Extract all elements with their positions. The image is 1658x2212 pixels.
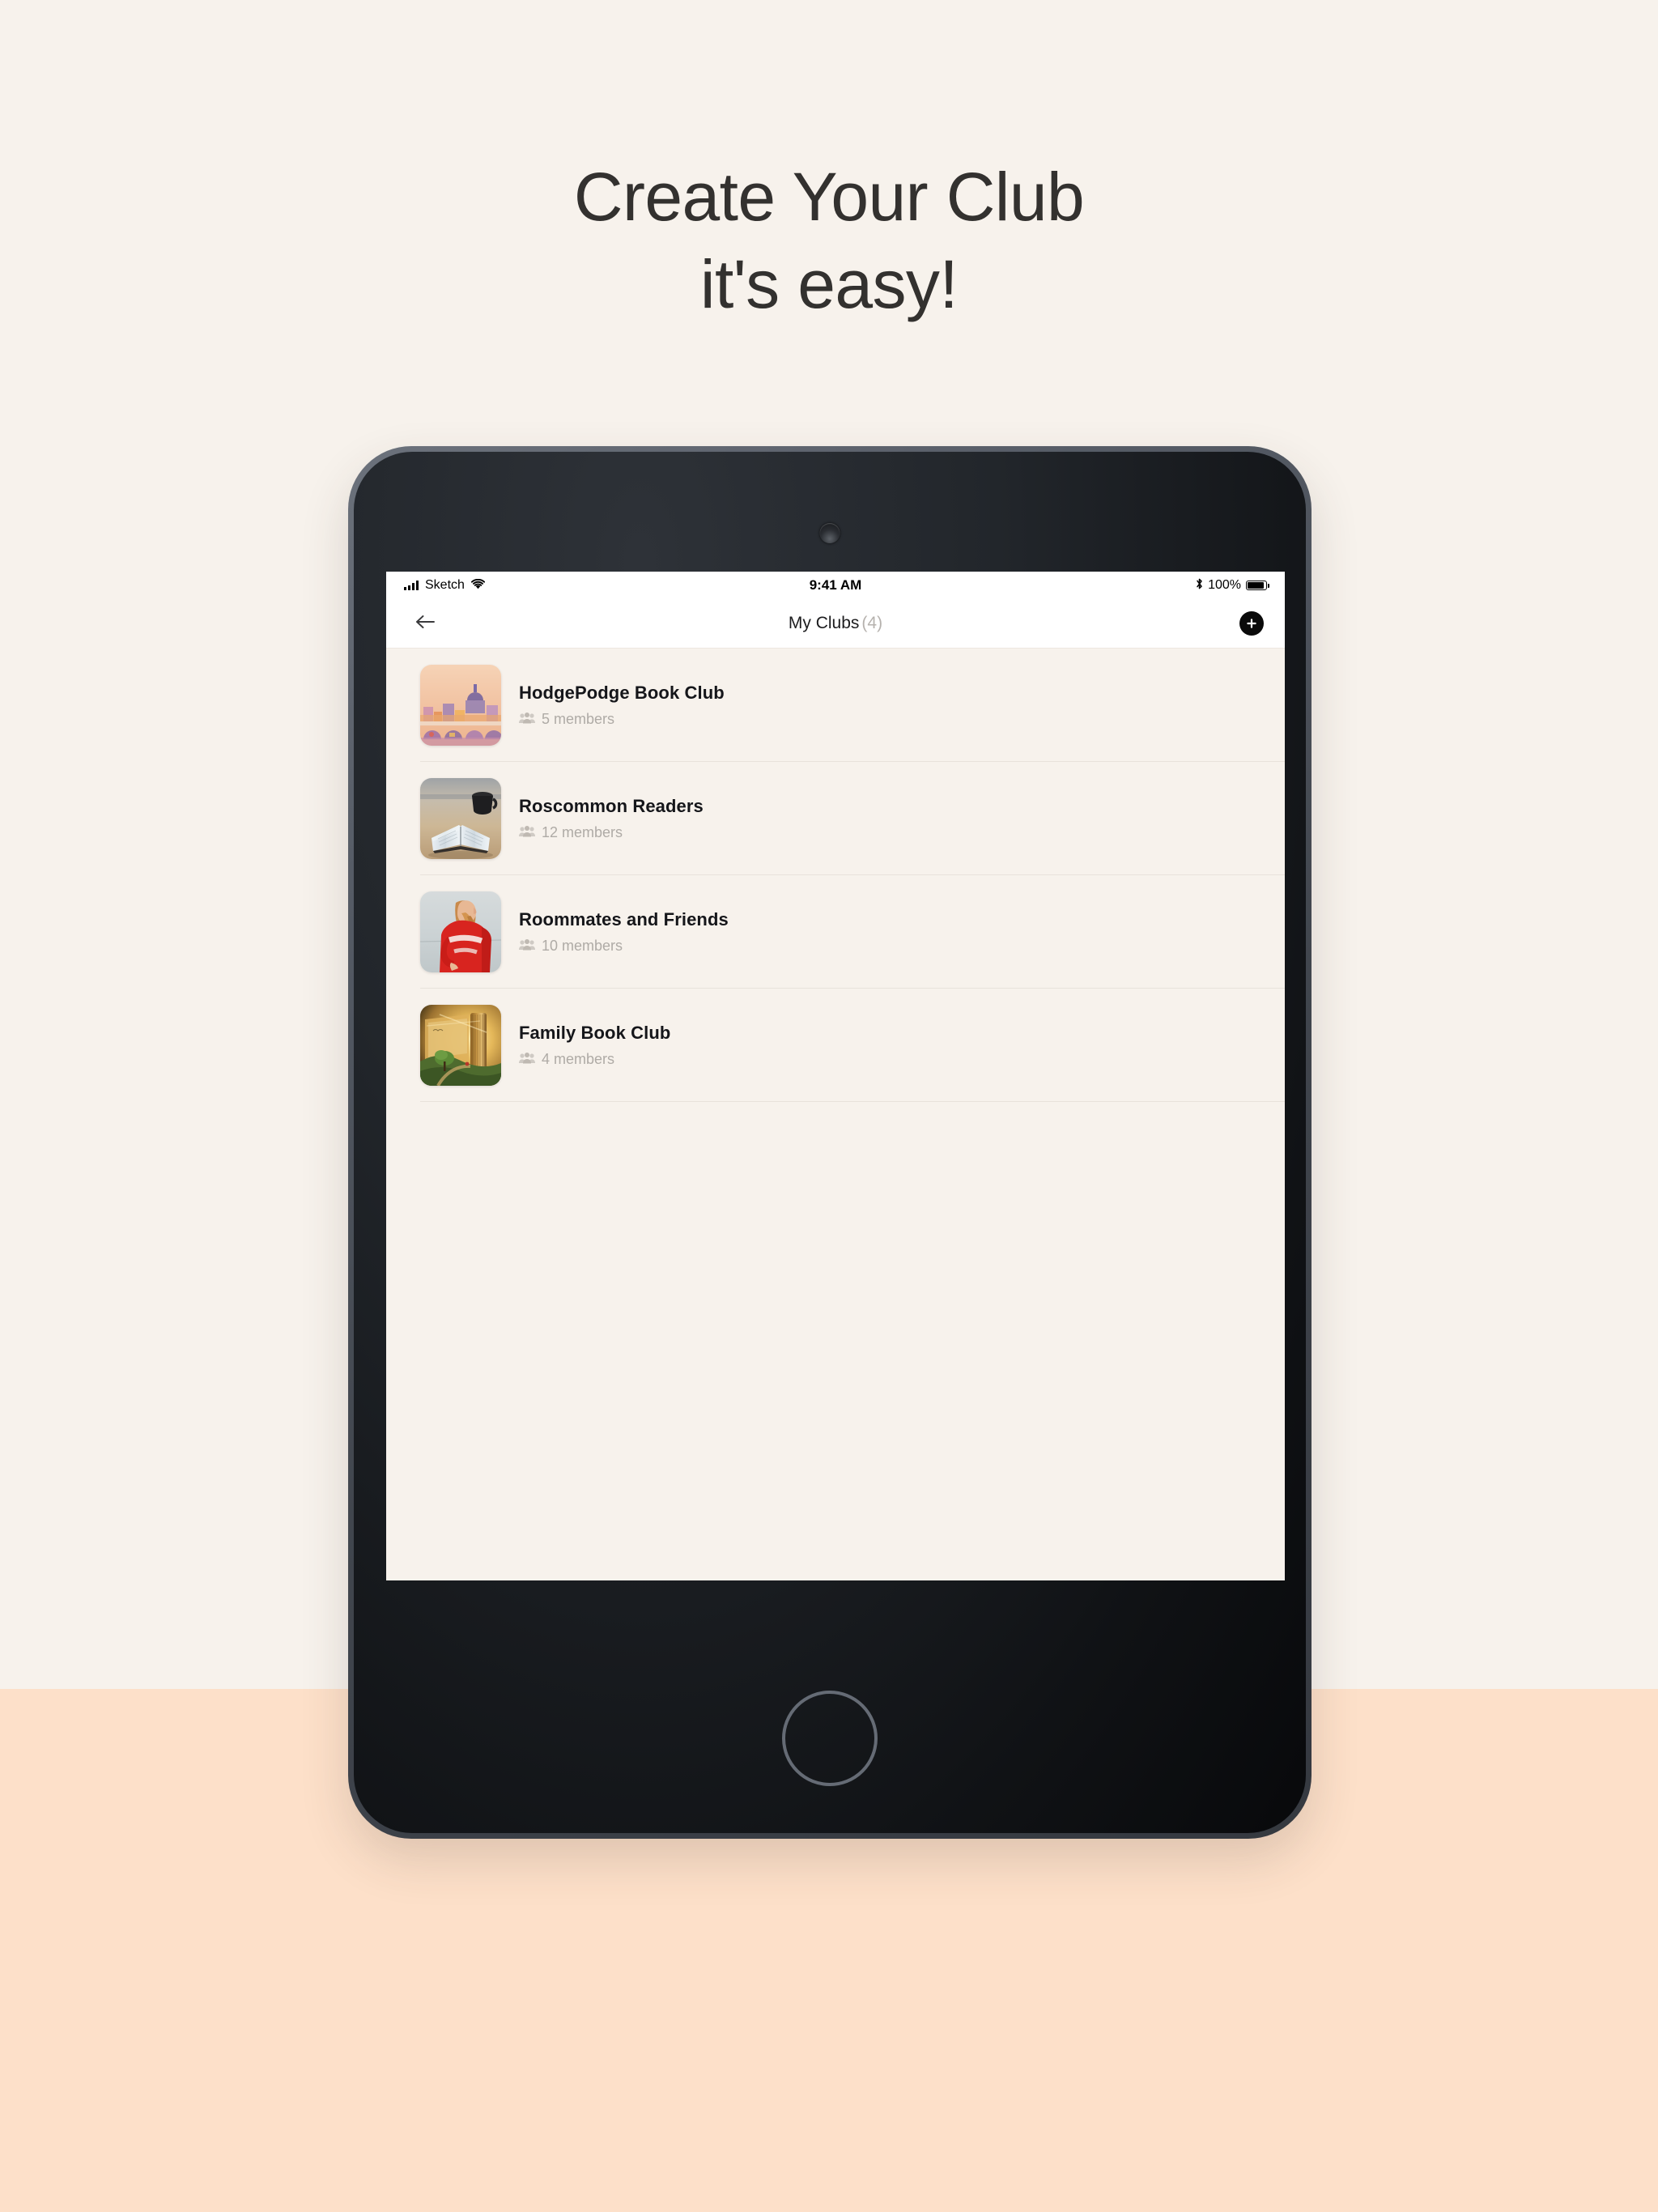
- navigation-bar: My Clubs (4): [386, 598, 1285, 649]
- battery-full-icon: [1246, 580, 1269, 590]
- club-info: HodgePodge Book Club 5 members: [519, 683, 725, 728]
- club-name: HodgePodge Book Club: [519, 683, 725, 703]
- club-list: HodgePodge Book Club 5 members Roscommon…: [386, 649, 1285, 1102]
- status-bar-time: 9:41 AM: [809, 576, 862, 593]
- club-thumbnail: [420, 665, 501, 746]
- club-member-count: 12 members: [519, 824, 704, 841]
- tablet-screen: Sketch 9:41 AM 100% My Clubs (4) HodgePo…: [386, 572, 1285, 1580]
- tablet-device-frame: Sketch 9:41 AM 100% My Clubs (4) HodgePo…: [348, 446, 1312, 1839]
- headline-line-2: it's easy!: [699, 245, 959, 322]
- member-count-label: 4 members: [542, 1051, 615, 1067]
- carrier-label: Sketch: [425, 577, 465, 592]
- status-bar-left: Sketch: [404, 577, 485, 593]
- cellular-signal-icon: [404, 580, 419, 590]
- people-group-icon: [519, 824, 535, 841]
- wifi-icon: [470, 577, 485, 593]
- people-group-icon: [519, 1051, 535, 1068]
- club-name: Roommates and Friends: [519, 909, 729, 929]
- bluetooth-icon: [1196, 578, 1203, 592]
- club-thumbnail: [420, 891, 501, 972]
- list-item[interactable]: HodgePodge Book Club 5 members: [386, 649, 1285, 762]
- add-club-button[interactable]: [1239, 610, 1264, 636]
- club-name: Roscommon Readers: [519, 796, 704, 816]
- member-count-label: 10 members: [542, 938, 623, 954]
- people-group-icon: [519, 938, 535, 955]
- club-member-count: 4 members: [519, 1051, 670, 1068]
- plus-circle-icon: [1245, 617, 1258, 630]
- headline-line-1: Create Your Club: [573, 159, 1085, 235]
- club-thumbnail: [420, 1005, 501, 1086]
- front-camera-icon: [819, 523, 840, 543]
- battery-percent-label: 100%: [1208, 577, 1241, 592]
- status-bar-right: 100%: [1196, 577, 1269, 593]
- page-title: My Clubs (4): [386, 614, 1285, 633]
- back-button[interactable]: [407, 606, 443, 641]
- home-button[interactable]: [782, 1691, 878, 1786]
- back-arrow-icon: [414, 615, 436, 632]
- list-item[interactable]: Roscommon Readers 12 members: [386, 762, 1285, 875]
- tablet-body: Sketch 9:41 AM 100% My Clubs (4) HodgePo…: [354, 452, 1306, 1833]
- member-count-label: 5 members: [542, 711, 615, 727]
- member-count-label: 12 members: [542, 824, 623, 840]
- status-bar: Sketch 9:41 AM 100%: [386, 572, 1285, 598]
- club-member-count: 5 members: [519, 711, 725, 728]
- club-info: Family Book Club 4 members: [519, 1023, 670, 1068]
- page-title-text: My Clubs: [788, 613, 860, 632]
- list-item[interactable]: Family Book Club 4 members: [386, 989, 1285, 1102]
- club-name: Family Book Club: [519, 1023, 671, 1043]
- page-headline: Create Your Club it's easy!: [0, 154, 1658, 328]
- club-thumbnail: [420, 778, 501, 859]
- club-member-count: 10 members: [519, 938, 729, 955]
- people-group-icon: [519, 711, 535, 728]
- club-info: Roommates and Friends 10 members: [519, 909, 729, 955]
- club-info: Roscommon Readers 12 members: [519, 796, 704, 841]
- list-item[interactable]: Roommates and Friends 10 members: [386, 875, 1285, 989]
- club-count-badge: (4): [861, 613, 883, 632]
